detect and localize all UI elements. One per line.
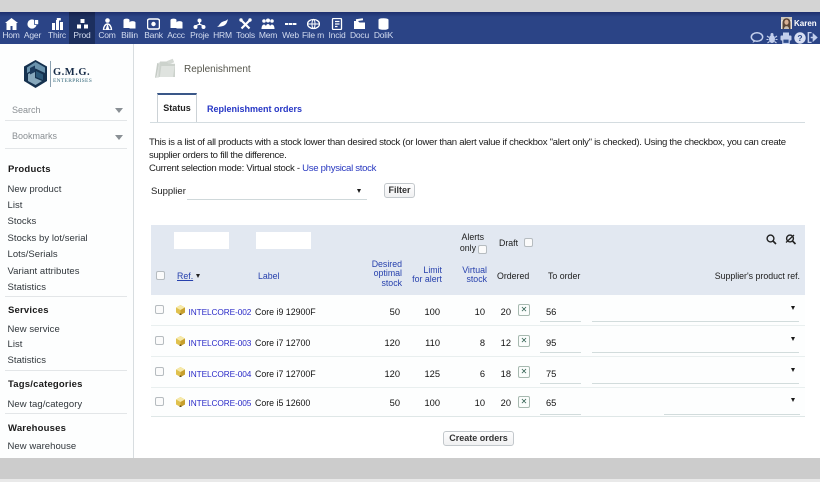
svg-text:?: ? [797, 33, 802, 43]
